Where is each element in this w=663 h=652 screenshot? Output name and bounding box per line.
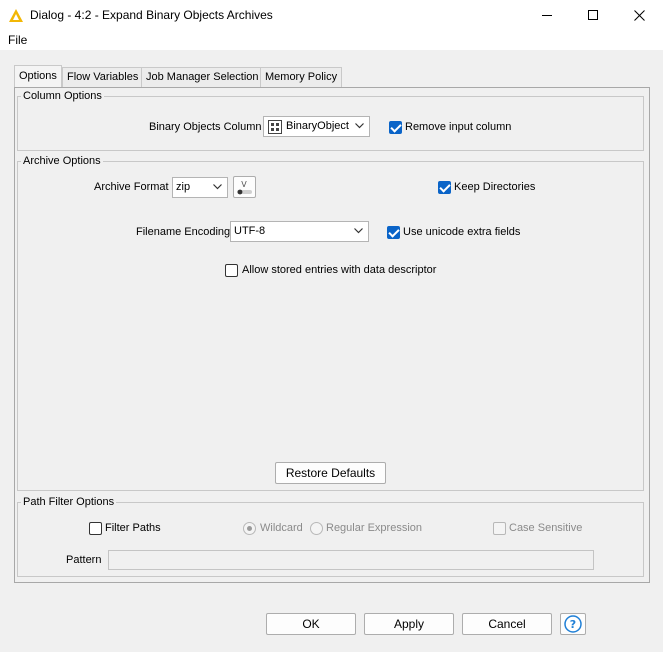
case-sensitive-label: Case Sensitive xyxy=(509,522,583,534)
remove-input-checkbox[interactable] xyxy=(389,121,402,134)
flow-variable-icon: V xyxy=(237,180,252,195)
allow-stored-entries-label: Allow stored entries with data descripto… xyxy=(242,264,437,276)
close-button[interactable] xyxy=(616,0,662,31)
column-options-title: Column Options xyxy=(21,90,104,102)
tab-flow-variables[interactable]: Flow Variables xyxy=(62,67,144,87)
allow-stored-entries-checkbox[interactable] xyxy=(225,264,238,277)
wildcard-label: Wildcard xyxy=(260,522,303,534)
archive-options-title: Archive Options xyxy=(21,155,103,167)
tab-options[interactable]: Options xyxy=(14,65,62,88)
case-sensitive-checkbox[interactable] xyxy=(493,522,506,535)
binary-column-value: BinaryObject xyxy=(286,120,349,132)
keep-directories-checkbox[interactable] xyxy=(438,181,451,194)
pattern-input[interactable] xyxy=(108,550,594,570)
tab-memory-policy[interactable]: Memory Policy xyxy=(260,67,343,87)
archive-format-select[interactable]: zip xyxy=(172,177,228,198)
path-filter-title: Path Filter Options xyxy=(21,496,117,508)
help-icon: ? xyxy=(564,615,582,633)
regex-label: Regular Expression xyxy=(326,522,422,534)
cancel-button[interactable]: Cancel xyxy=(462,613,552,635)
maximize-icon xyxy=(587,10,598,20)
close-icon xyxy=(633,10,645,21)
wildcard-radio[interactable] xyxy=(243,522,256,535)
archive-format-value: zip xyxy=(176,181,191,193)
regex-radio[interactable] xyxy=(310,522,323,535)
menu-file[interactable]: File xyxy=(8,33,27,47)
filename-encoding-value: UTF-8 xyxy=(234,225,266,237)
archive-options-group xyxy=(17,161,644,491)
svg-text:?: ? xyxy=(570,618,576,631)
filter-paths-label: Filter Paths xyxy=(105,522,161,534)
chevron-down-icon xyxy=(213,184,222,190)
menu-bar: File xyxy=(0,31,663,50)
maximize-button[interactable] xyxy=(570,0,616,31)
unicode-extra-fields-checkbox[interactable] xyxy=(387,226,400,239)
filename-encoding-select[interactable]: UTF-8 xyxy=(230,221,369,242)
unicode-extra-fields-label: Use unicode extra fields xyxy=(403,226,521,238)
help-button[interactable]: ? xyxy=(560,613,586,635)
minimize-icon xyxy=(541,15,552,16)
remove-input-label: Remove input column xyxy=(405,121,512,133)
chevron-down-icon xyxy=(355,123,364,129)
binary-type-icon xyxy=(268,120,282,134)
title-bar: Dialog - 4:2 - Expand Binary Objects Arc… xyxy=(0,0,663,31)
filename-encoding-label: Filename Encoding xyxy=(136,226,231,238)
ok-button[interactable]: OK xyxy=(266,613,356,635)
keep-directories-label: Keep Directories xyxy=(454,181,536,193)
chevron-down-icon xyxy=(354,228,363,234)
filter-paths-checkbox[interactable] xyxy=(89,522,102,535)
svg-text:V: V xyxy=(241,180,247,189)
minimize-button[interactable] xyxy=(524,0,570,31)
restore-defaults-button[interactable]: Restore Defaults xyxy=(275,462,386,484)
apply-button[interactable]: Apply xyxy=(364,613,454,635)
knime-app-icon xyxy=(9,9,23,22)
pattern-label: Pattern xyxy=(66,554,102,566)
flow-variable-button[interactable]: V xyxy=(233,176,256,198)
binary-column-select[interactable]: BinaryObject xyxy=(263,116,370,137)
window-title: Dialog - 4:2 - Expand Binary Objects Arc… xyxy=(30,8,273,22)
tab-job-manager-selection[interactable]: Job Manager Selection xyxy=(141,67,264,87)
archive-format-label: Archive Format xyxy=(94,181,169,193)
binary-column-label: Binary Objects Column xyxy=(149,121,262,133)
